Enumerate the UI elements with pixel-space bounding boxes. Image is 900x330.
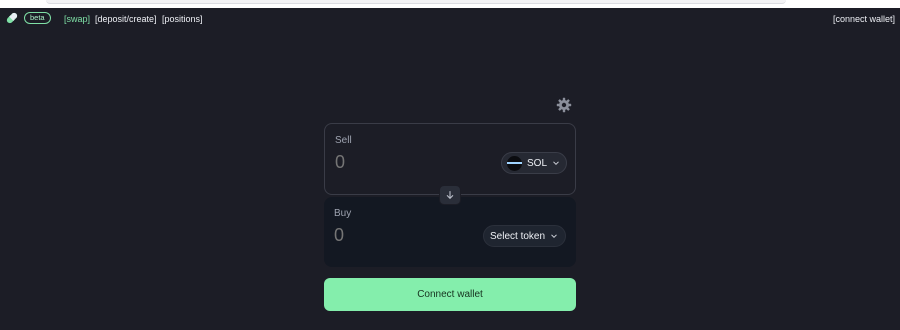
- sell-token-label: SOL: [527, 157, 548, 169]
- buy-amount-input[interactable]: [334, 225, 484, 246]
- pill-logo-icon[interactable]: [5, 11, 19, 25]
- chevron-down-icon: [551, 234, 557, 239]
- sell-token-selector[interactable]: SOL: [501, 152, 567, 174]
- browser-top-strip: [0, 0, 900, 8]
- arrow-down-icon: [446, 190, 454, 200]
- buy-label: Buy: [334, 208, 352, 219]
- solana-icon: [507, 155, 522, 171]
- browser-chrome-edge: [46, 0, 786, 4]
- sell-amount-input[interactable]: [335, 152, 485, 173]
- top-navbar: beta [swap] [deposit/create] [positions]…: [0, 8, 900, 30]
- gear-icon[interactable]: [556, 97, 572, 113]
- nav-link-swap[interactable]: [swap]: [64, 14, 90, 25]
- nav-link-positions[interactable]: [positions]: [162, 14, 203, 25]
- sell-label: Sell: [335, 135, 352, 146]
- select-token-label: Select token: [490, 230, 546, 242]
- chevron-down-icon: [553, 161, 559, 166]
- buy-panel: Buy Select token: [324, 197, 576, 267]
- connect-wallet-button[interactable]: Connect wallet: [324, 278, 576, 311]
- beta-badge: beta: [24, 12, 51, 24]
- swap-direction-button[interactable]: [439, 185, 461, 205]
- nav-link-deposit-create[interactable]: [deposit/create]: [95, 14, 157, 25]
- select-token-button[interactable]: Select token: [483, 225, 566, 247]
- nav-connect-wallet-link[interactable]: [connect wallet]: [833, 14, 895, 25]
